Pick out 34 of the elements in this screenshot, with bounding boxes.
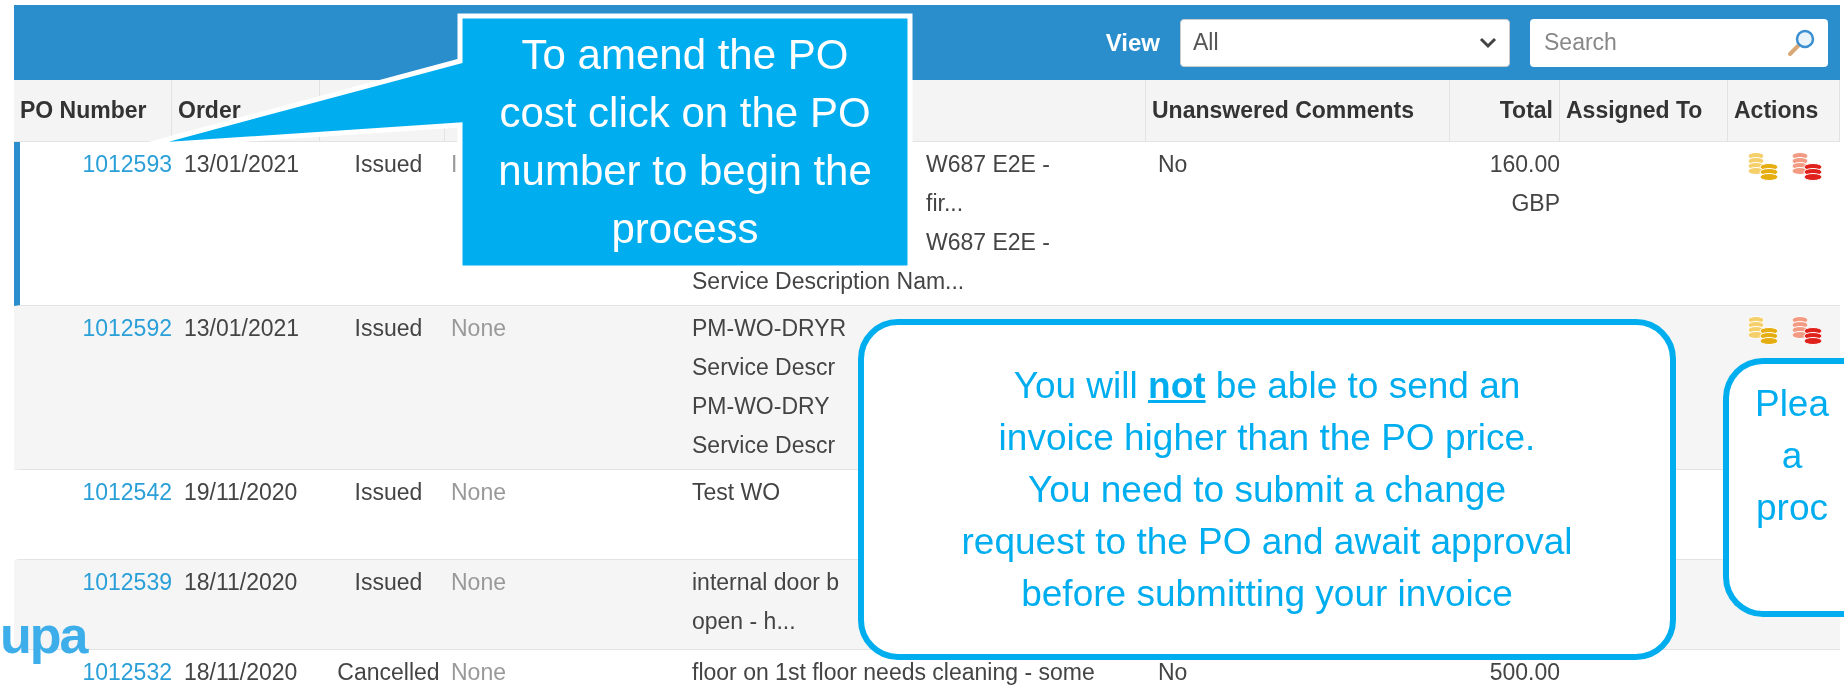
- description-line: Service Description Nam...: [692, 267, 965, 296]
- table-cell: None: [451, 569, 506, 595]
- callout-text: Plea a proc: [1754, 382, 1830, 530]
- description-line: fir...: [926, 189, 964, 218]
- status-text: Issued: [354, 315, 423, 341]
- description-line: W687 E2E -: [926, 228, 1050, 257]
- description-line: PM-WO-DRY: [692, 392, 830, 421]
- order-date: 18/11/2020: [184, 659, 298, 685]
- description-line: floor on 1st floor needs cleaning - some: [692, 658, 1095, 687]
- description-line: open - h...: [692, 607, 796, 636]
- order-date: 13/01/2021: [184, 315, 300, 341]
- table-cell: None: [451, 315, 506, 341]
- status-text: Issued: [354, 569, 423, 595]
- callout-text: You will not be able to send an invoice higher than the PO price. You need to submit a change request to the PO and await approval before submitting your invoice: [961, 363, 1573, 616]
- order-date: 19/11/2020: [184, 479, 298, 505]
- table-cell: No: [1158, 659, 1188, 685]
- table-cell: I: [451, 151, 458, 177]
- status-text: Issued: [354, 479, 423, 505]
- status-text: Cancelled: [337, 659, 440, 685]
- table-cell: No: [1158, 151, 1188, 177]
- order-date: 18/11/2020: [184, 569, 298, 595]
- view-label: View: [1105, 28, 1160, 57]
- total-amount: 500.00: [1489, 659, 1560, 685]
- total-amount: 160.00 GBP: [1489, 151, 1560, 216]
- description-line: Test WO: [692, 478, 781, 507]
- order-date: 13/01/2021: [184, 151, 300, 177]
- description-line: Service Descr: [692, 353, 836, 382]
- description-line: Service Descr: [692, 431, 836, 460]
- status-text: Issued: [354, 151, 423, 177]
- table-cell: None: [451, 479, 506, 505]
- description-line: W687 E2E -: [926, 150, 1050, 179]
- description-line: internal door b: [692, 568, 840, 597]
- description-line: PM-WO-DRYR: [692, 314, 847, 343]
- table-cell: None: [451, 659, 506, 685]
